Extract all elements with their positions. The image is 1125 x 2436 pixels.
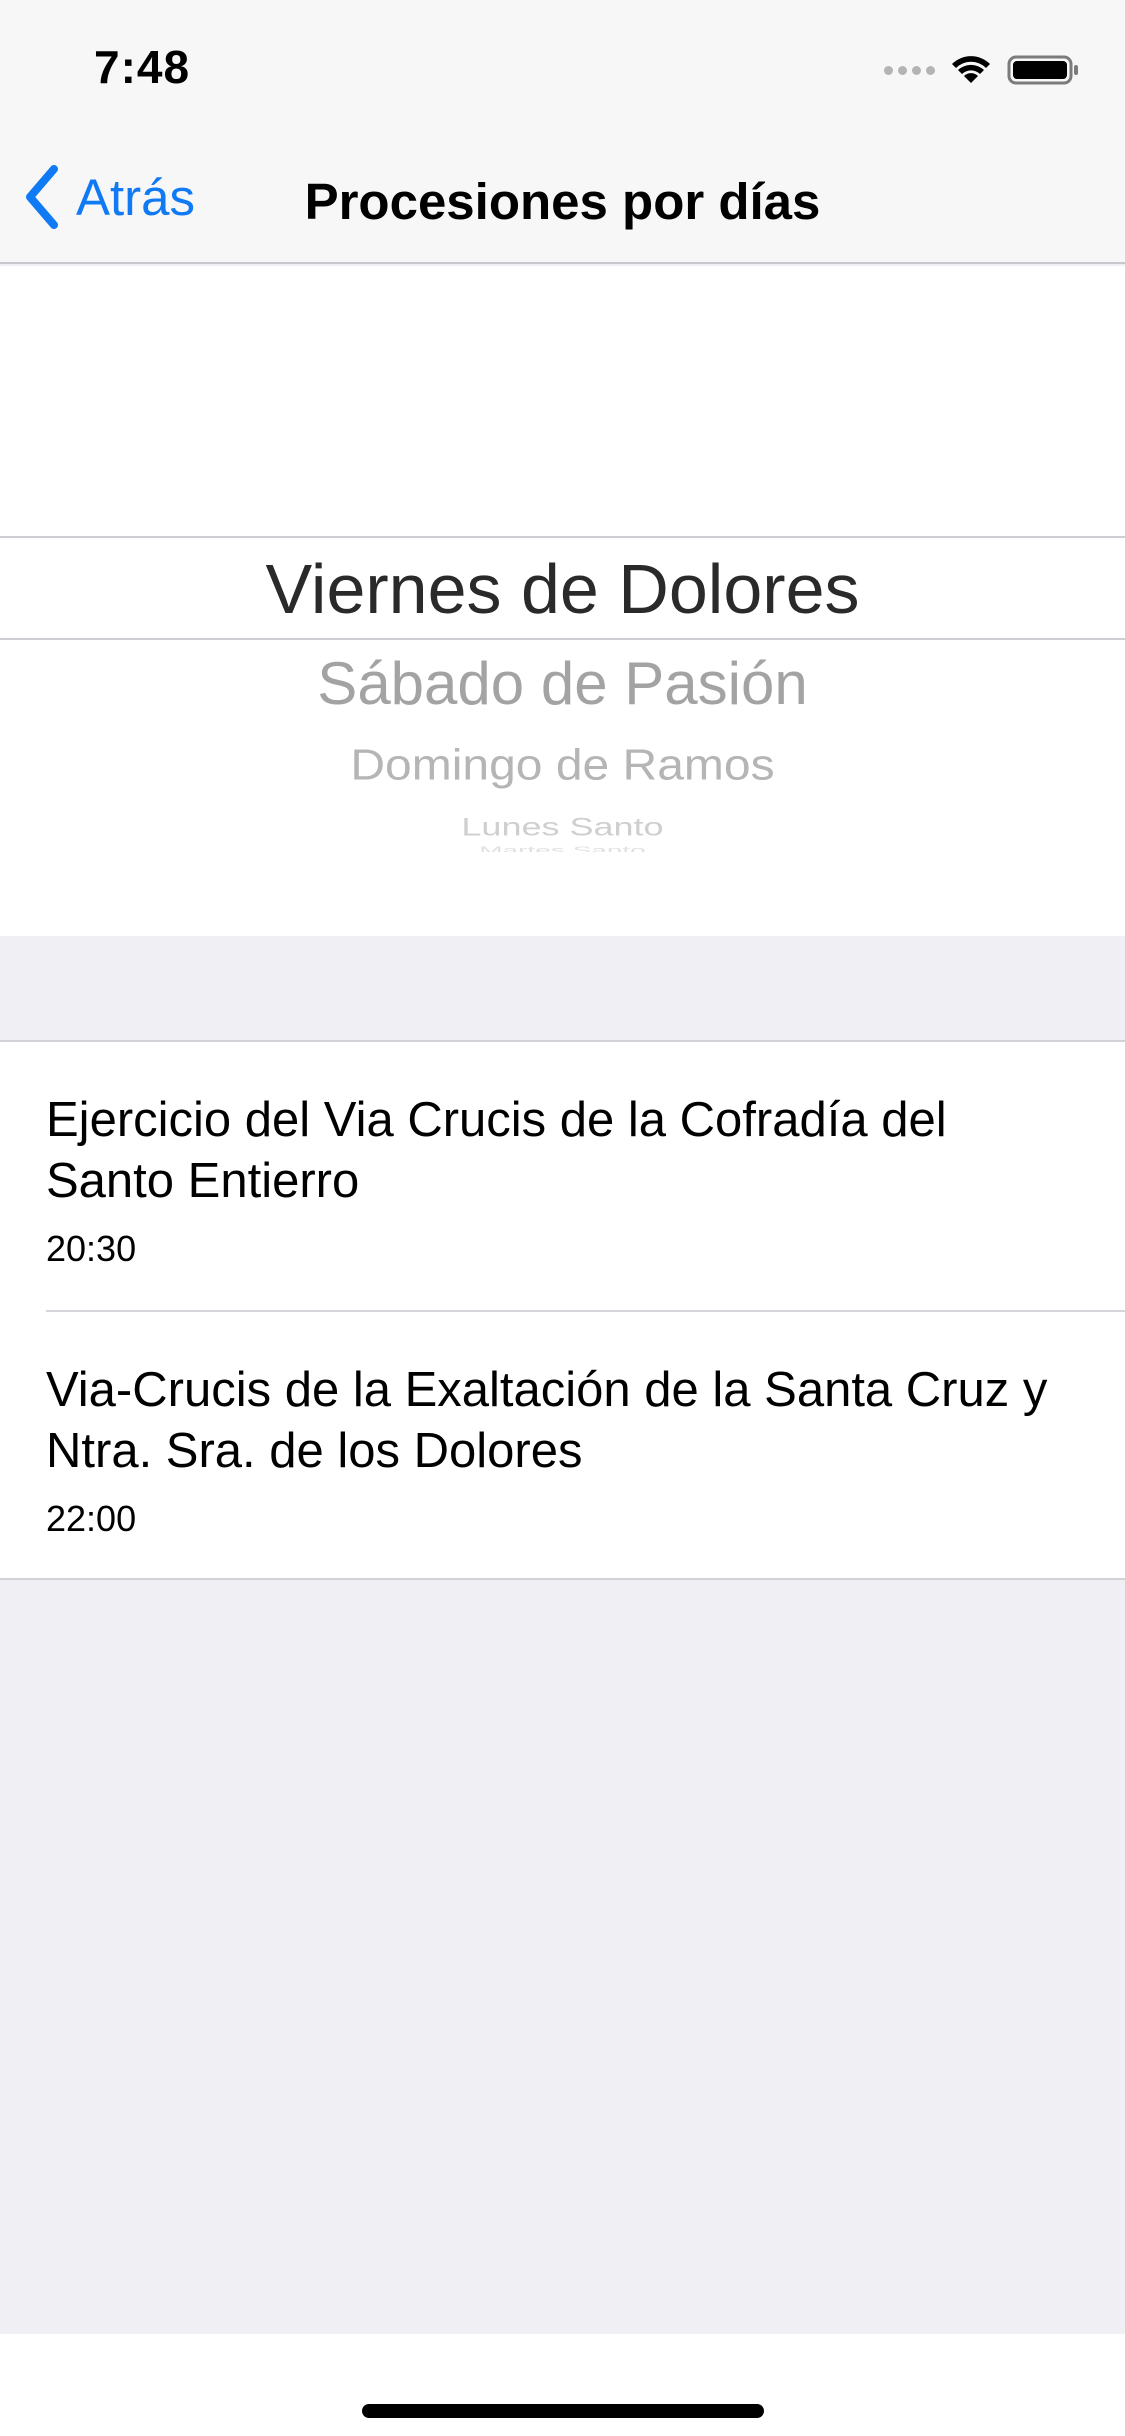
page-title: Procesiones por días xyxy=(304,173,821,230)
picker-item[interactable]: Domingo de Ramos xyxy=(0,741,1125,791)
home-indicator-area xyxy=(0,2334,1125,2436)
battery-icon xyxy=(1007,55,1078,85)
picker-selection-bottom-line xyxy=(0,638,1125,640)
picker-item[interactable]: Lunes Santo xyxy=(0,812,1125,841)
procession-list: Ejercicio del Via Crucis de la Cofradía … xyxy=(0,1040,1125,1580)
list-item[interactable]: Ejercicio del Via Crucis de la Cofradía … xyxy=(0,1042,1125,1310)
status-time: 7:48 xyxy=(94,41,191,93)
wifi-icon xyxy=(952,56,990,83)
list-item[interactable]: Via-Crucis de la Exaltación de la Santa … xyxy=(46,1310,1125,1578)
picker-selection-top-line xyxy=(0,536,1125,538)
picker-item[interactable]: Martes Santo xyxy=(0,844,1125,852)
procession-time: 20:30 xyxy=(46,1228,137,1269)
navigation-bar: Atrás Procesiones por días xyxy=(0,132,1125,264)
procession-title: Via-Crucis de la Exaltación de la Santa … xyxy=(46,1363,1048,1478)
picker-selected-item[interactable]: Viernes de Dolores xyxy=(0,549,1125,629)
picker-item[interactable]: Sábado de Pasión xyxy=(0,649,1125,718)
day-picker[interactable]: Viernes de Dolores Sábado de Pasión Domi… xyxy=(0,266,1125,936)
signal-dots-icon xyxy=(884,65,935,75)
procession-time: 22:00 xyxy=(46,1498,137,1539)
home-indicator[interactable] xyxy=(362,2404,764,2418)
status-bar: 7:48 xyxy=(0,0,1125,132)
procession-title: Ejercicio del Via Crucis de la Cofradía … xyxy=(46,1093,947,1208)
status-icons xyxy=(884,50,1081,90)
